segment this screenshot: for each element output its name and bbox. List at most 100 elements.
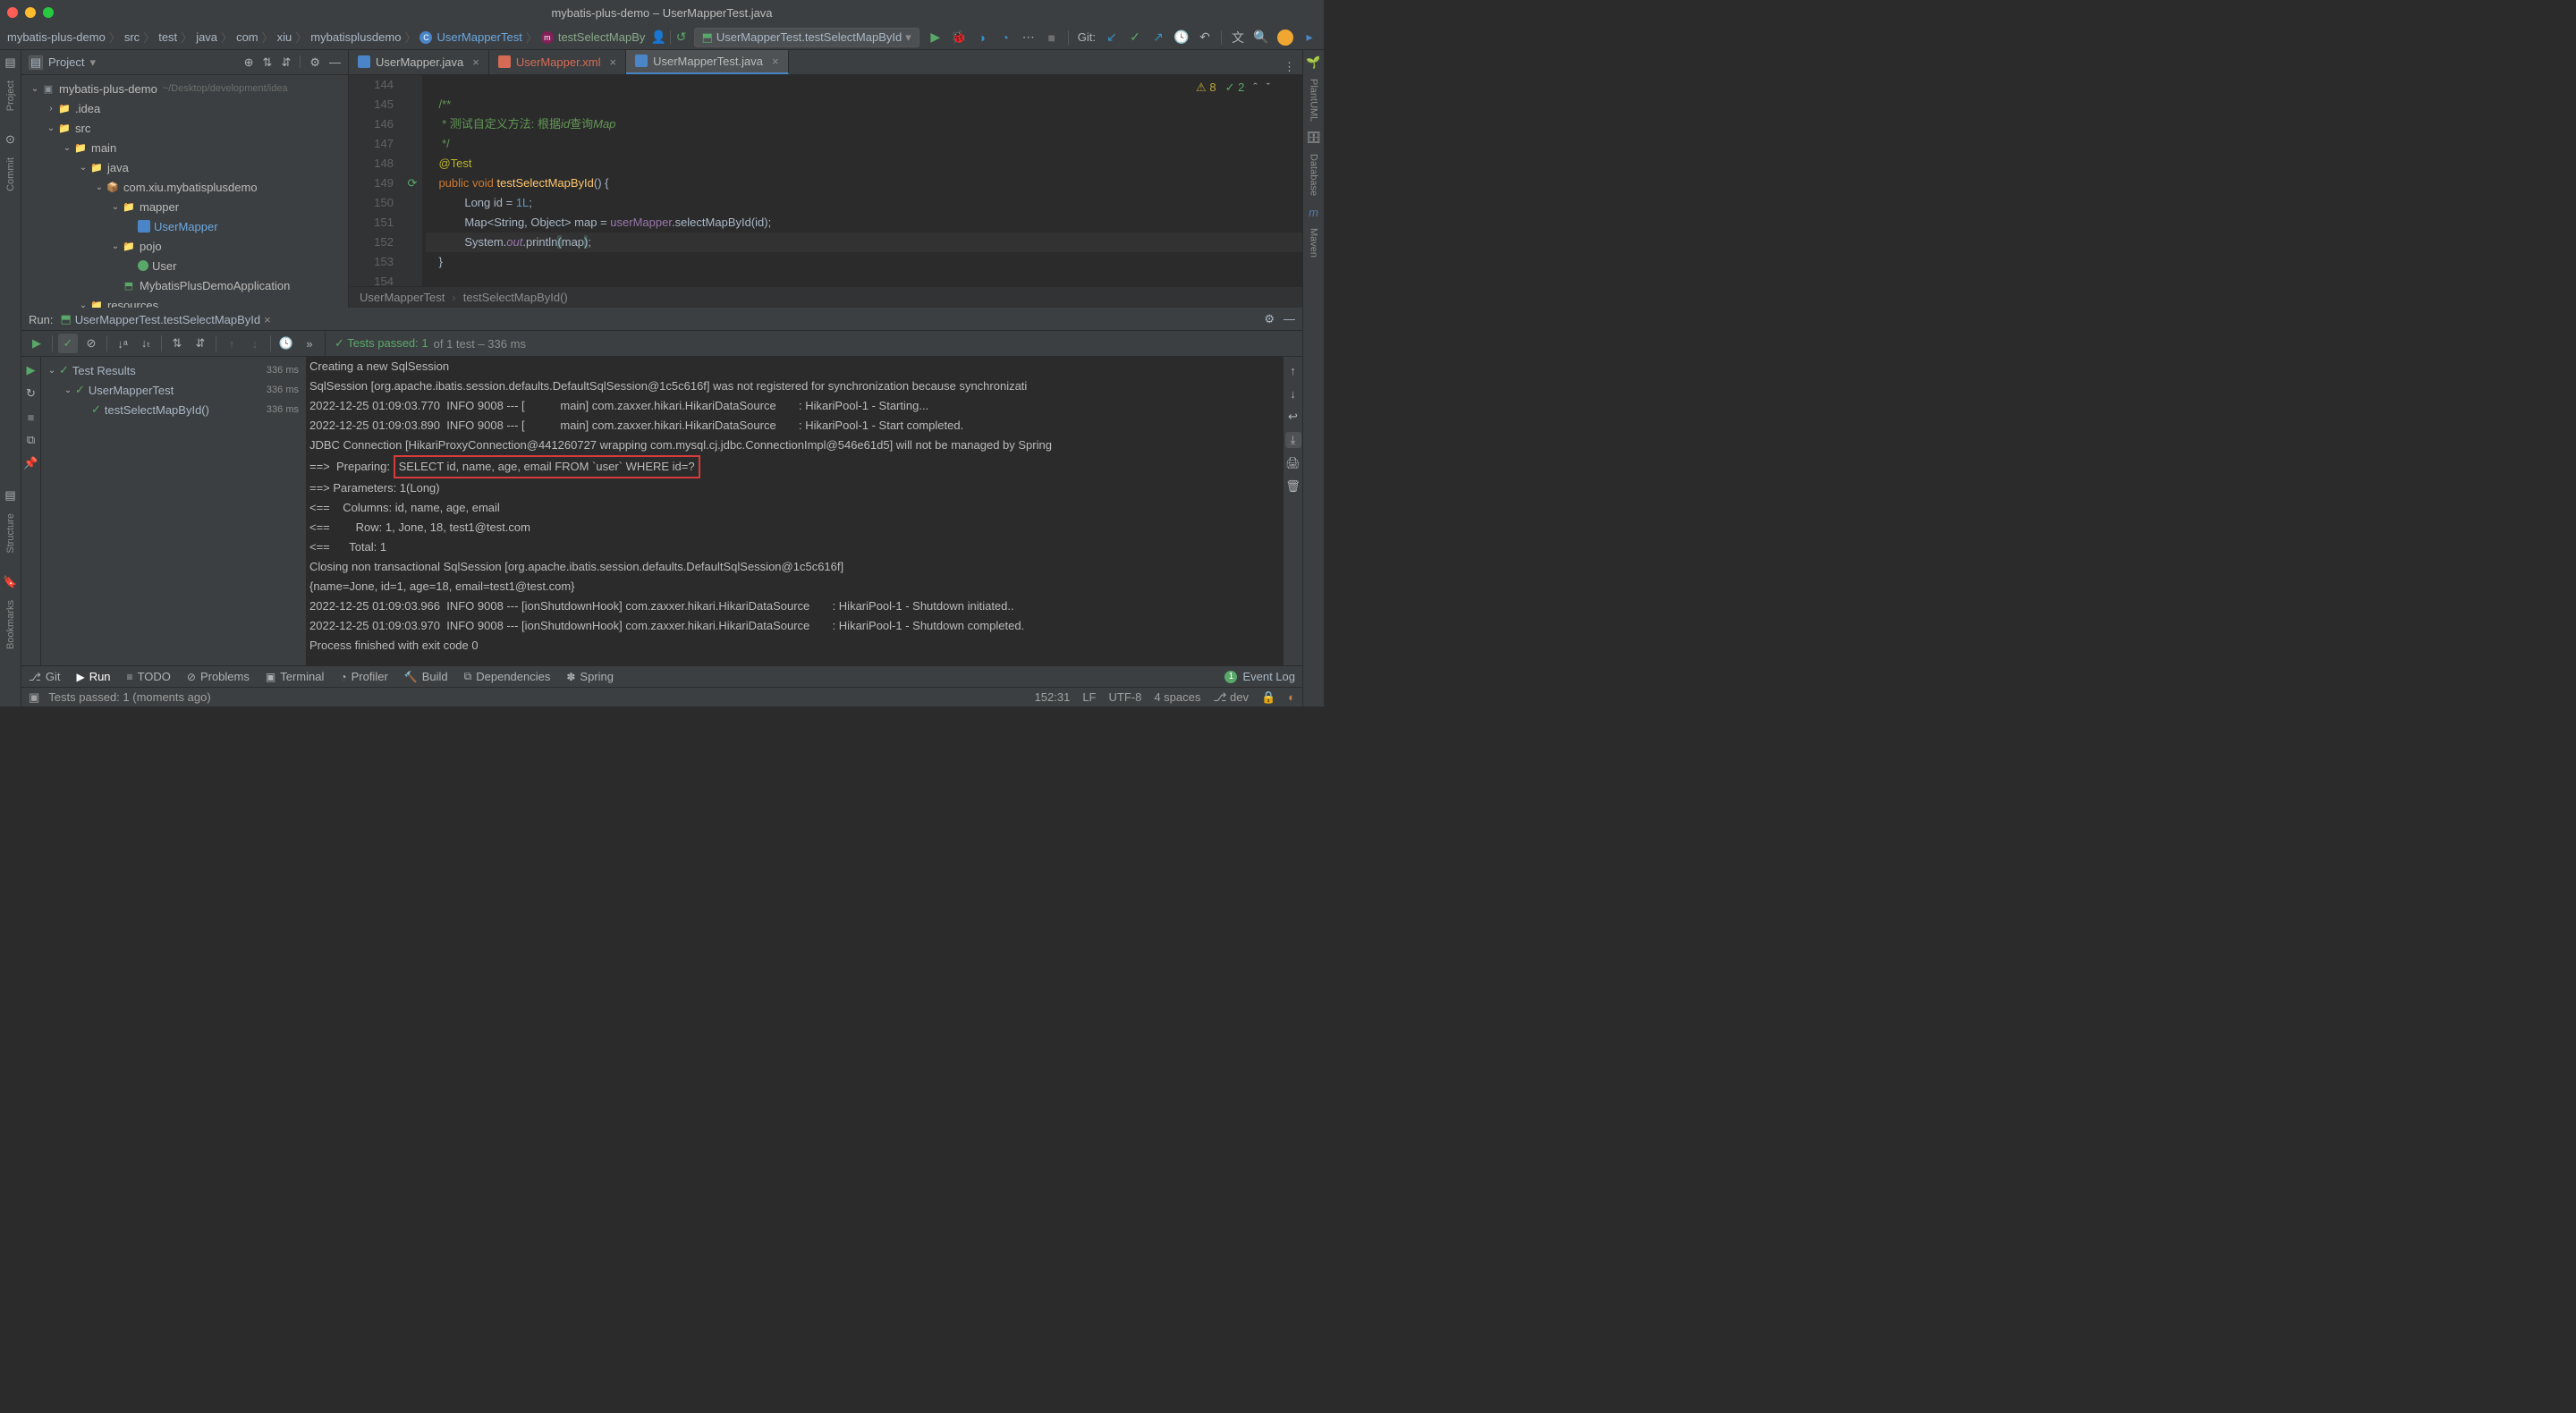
toolwindow-run[interactable]: ▶Run	[76, 670, 110, 683]
layout-button[interactable]: ⧉	[23, 432, 39, 448]
scroll-to-end-icon[interactable]: ⤓	[1285, 432, 1301, 448]
pin-button[interactable]: 📌	[23, 455, 39, 471]
editor-tab[interactable]: UserMapper.java×	[349, 50, 489, 74]
run-config-selector[interactable]: ⬒ UserMapperTest.testSelectMapById ▾	[694, 28, 919, 47]
rerun-side-button[interactable]: ▶	[23, 362, 39, 378]
collapse-all-button[interactable]: ⇵	[191, 334, 210, 353]
tabs-more-icon[interactable]: ⋮	[1276, 60, 1302, 74]
close-window-button[interactable]	[7, 7, 18, 18]
chevron-down-icon[interactable]: ˇ	[1267, 80, 1270, 95]
zoom-window-button[interactable]	[43, 7, 54, 18]
structure-rail-label[interactable]: Structure	[5, 510, 16, 568]
file-encoding[interactable]: UTF-8	[1109, 690, 1142, 704]
status-icon[interactable]: ▣	[29, 690, 39, 705]
editor-breadcrumb[interactable]: UserMapperTest › testSelectMapById()	[349, 286, 1302, 308]
database-rail-label[interactable]: Database	[1309, 148, 1319, 201]
console-output[interactable]: Creating a new SqlSessionSqlSession [org…	[306, 357, 1283, 665]
commit-rail-label[interactable]: Commit	[5, 154, 16, 206]
project-dropdown-icon[interactable]: ▾	[89, 55, 96, 70]
hide-panel-icon[interactable]: —	[329, 55, 341, 70]
line-separator[interactable]: LF	[1082, 690, 1096, 704]
project-tool-icon[interactable]: ▤	[4, 55, 18, 70]
test-results-tree[interactable]: ⌄✓Test Results336 ms⌄✓UserMapperTest336 …	[41, 357, 306, 665]
toolwindow-git[interactable]: ⎇Git	[29, 670, 60, 683]
ok-badge[interactable]: ✓ 2	[1225, 80, 1245, 95]
maven-tool-icon[interactable]: m	[1307, 205, 1321, 219]
crumb-method[interactable]: testSelectMapById()	[463, 291, 568, 304]
toolwindow-spring[interactable]: ✽Spring	[566, 670, 614, 683]
coverage-button[interactable]: ◑	[975, 30, 989, 45]
project-view-icon[interactable]: ▤	[29, 55, 43, 70]
collapse-all-icon[interactable]: ⇵	[281, 55, 291, 70]
ide-settings-icon[interactable]: ▸	[1302, 30, 1317, 45]
debug-button[interactable]: 🐞	[952, 30, 966, 45]
rollback-icon[interactable]: ↶	[1198, 30, 1212, 45]
sort-duration-button[interactable]: ↓ₜ	[136, 334, 156, 353]
person-icon[interactable]: 👤	[652, 30, 666, 45]
translate-icon[interactable]: 文	[1231, 30, 1245, 45]
caret-position[interactable]: 152:31	[1035, 690, 1071, 704]
test-history-button[interactable]: 🕓	[276, 334, 296, 353]
breadcrumb[interactable]: mybatis-plus-demo〉src〉test〉java〉com〉xiu〉…	[7, 29, 652, 46]
run-settings-icon[interactable]: ⚙	[1264, 312, 1275, 326]
clear-console-icon[interactable]: 🗑	[1285, 478, 1301, 495]
toolwindow-problems[interactable]: ⊘Problems	[187, 670, 250, 683]
plantuml-rail-label[interactable]: PlantUML	[1309, 73, 1319, 127]
project-rail-label[interactable]: Project	[5, 77, 16, 125]
chevron-up-icon[interactable]: ˆ	[1253, 80, 1257, 95]
toolwindow-build[interactable]: 🔨Build	[404, 670, 448, 683]
maven-rail-label[interactable]: Maven	[1309, 223, 1319, 263]
rerun-button[interactable]: ▶	[27, 334, 47, 353]
memory-indicator[interactable]: ◐	[1288, 690, 1295, 704]
toggle-autotest-button[interactable]: ↻	[23, 385, 39, 402]
close-run-tab-icon[interactable]: ×	[264, 313, 271, 326]
attach-button[interactable]: ⋯	[1021, 30, 1036, 45]
git-branch[interactable]: ⎇ dev	[1213, 690, 1249, 705]
select-opened-file-icon[interactable]: ⊕	[244, 55, 254, 70]
toolwindow-dependencies[interactable]: ⧉Dependencies	[464, 670, 551, 683]
minimize-window-button[interactable]	[25, 7, 36, 18]
next-failed-button[interactable]: ↓	[245, 334, 265, 353]
reload-icon[interactable]: ↺	[674, 30, 689, 45]
profile-button[interactable]: ◔	[998, 30, 1013, 45]
indent-settings[interactable]: 4 spaces	[1154, 690, 1200, 704]
run-tab[interactable]: ⬒ UserMapperTest.testSelectMapById ×	[60, 312, 270, 326]
update-project-icon[interactable]: ↙	[1105, 30, 1119, 45]
editor-tab[interactable]: UserMapper.xml×	[489, 50, 626, 74]
bookmarks-rail-label[interactable]: Bookmarks	[5, 597, 16, 664]
inspection-badges[interactable]: ⚠ 8 ✓ 2 ˆ ˇ	[1191, 79, 1275, 97]
print-icon[interactable]: 🖨	[1285, 455, 1301, 471]
hide-run-panel-icon[interactable]: —	[1284, 312, 1295, 326]
toolwindow-todo[interactable]: ≡TODO	[127, 670, 171, 683]
structure-tool-icon[interactable]: ▤	[4, 488, 18, 503]
expand-all-icon[interactable]: ⇅	[263, 55, 273, 70]
show-passed-button[interactable]: ✓	[58, 334, 78, 353]
run-button[interactable]: ▶	[928, 30, 943, 45]
commit-tool-icon[interactable]: ⊙	[4, 132, 18, 147]
bookmarks-tool-icon[interactable]: 🔖	[4, 575, 18, 589]
stop-button[interactable]: ■	[1045, 30, 1059, 45]
crumb-class[interactable]: UserMapperTest	[360, 291, 445, 304]
event-log-button[interactable]: Event Log	[1242, 670, 1295, 683]
history-icon[interactable]: 🕓	[1174, 30, 1189, 45]
scroll-down-icon[interactable]: ↓	[1285, 385, 1301, 402]
sort-alpha-button[interactable]: ↓ᵃ	[113, 334, 132, 353]
search-icon[interactable]: 🔍	[1254, 30, 1268, 45]
show-ignored-button[interactable]: ⊘	[81, 334, 101, 353]
toolwindow-terminal[interactable]: ▣Terminal	[266, 670, 324, 683]
database-tool-icon[interactable]: 🗄	[1307, 131, 1321, 145]
expand-all-button[interactable]: ⇅	[167, 334, 187, 353]
project-tree[interactable]: ⌄▣mybatis-plus-demo~/Desktop/development…	[21, 75, 348, 308]
export-results-button[interactable]: »	[300, 334, 319, 353]
scroll-up-icon[interactable]: ↑	[1285, 362, 1301, 378]
editor-body[interactable]: 144145146147148149150151152153154 ⟳ /** …	[349, 75, 1302, 286]
soft-wrap-icon[interactable]: ↩	[1285, 409, 1301, 425]
stop-tests-button[interactable]: ■	[23, 409, 39, 425]
toolwindow-profiler[interactable]: ◔Profiler	[340, 670, 387, 683]
commit-icon[interactable]: ✓	[1128, 30, 1142, 45]
prev-failed-button[interactable]: ↑	[222, 334, 242, 353]
plantuml-tool-icon[interactable]: 🌱	[1307, 55, 1321, 70]
warnings-badge[interactable]: ⚠ 8	[1196, 80, 1216, 95]
push-icon[interactable]: ↗	[1151, 30, 1165, 45]
editor-tab[interactable]: UserMapperTest.java×	[626, 50, 788, 74]
